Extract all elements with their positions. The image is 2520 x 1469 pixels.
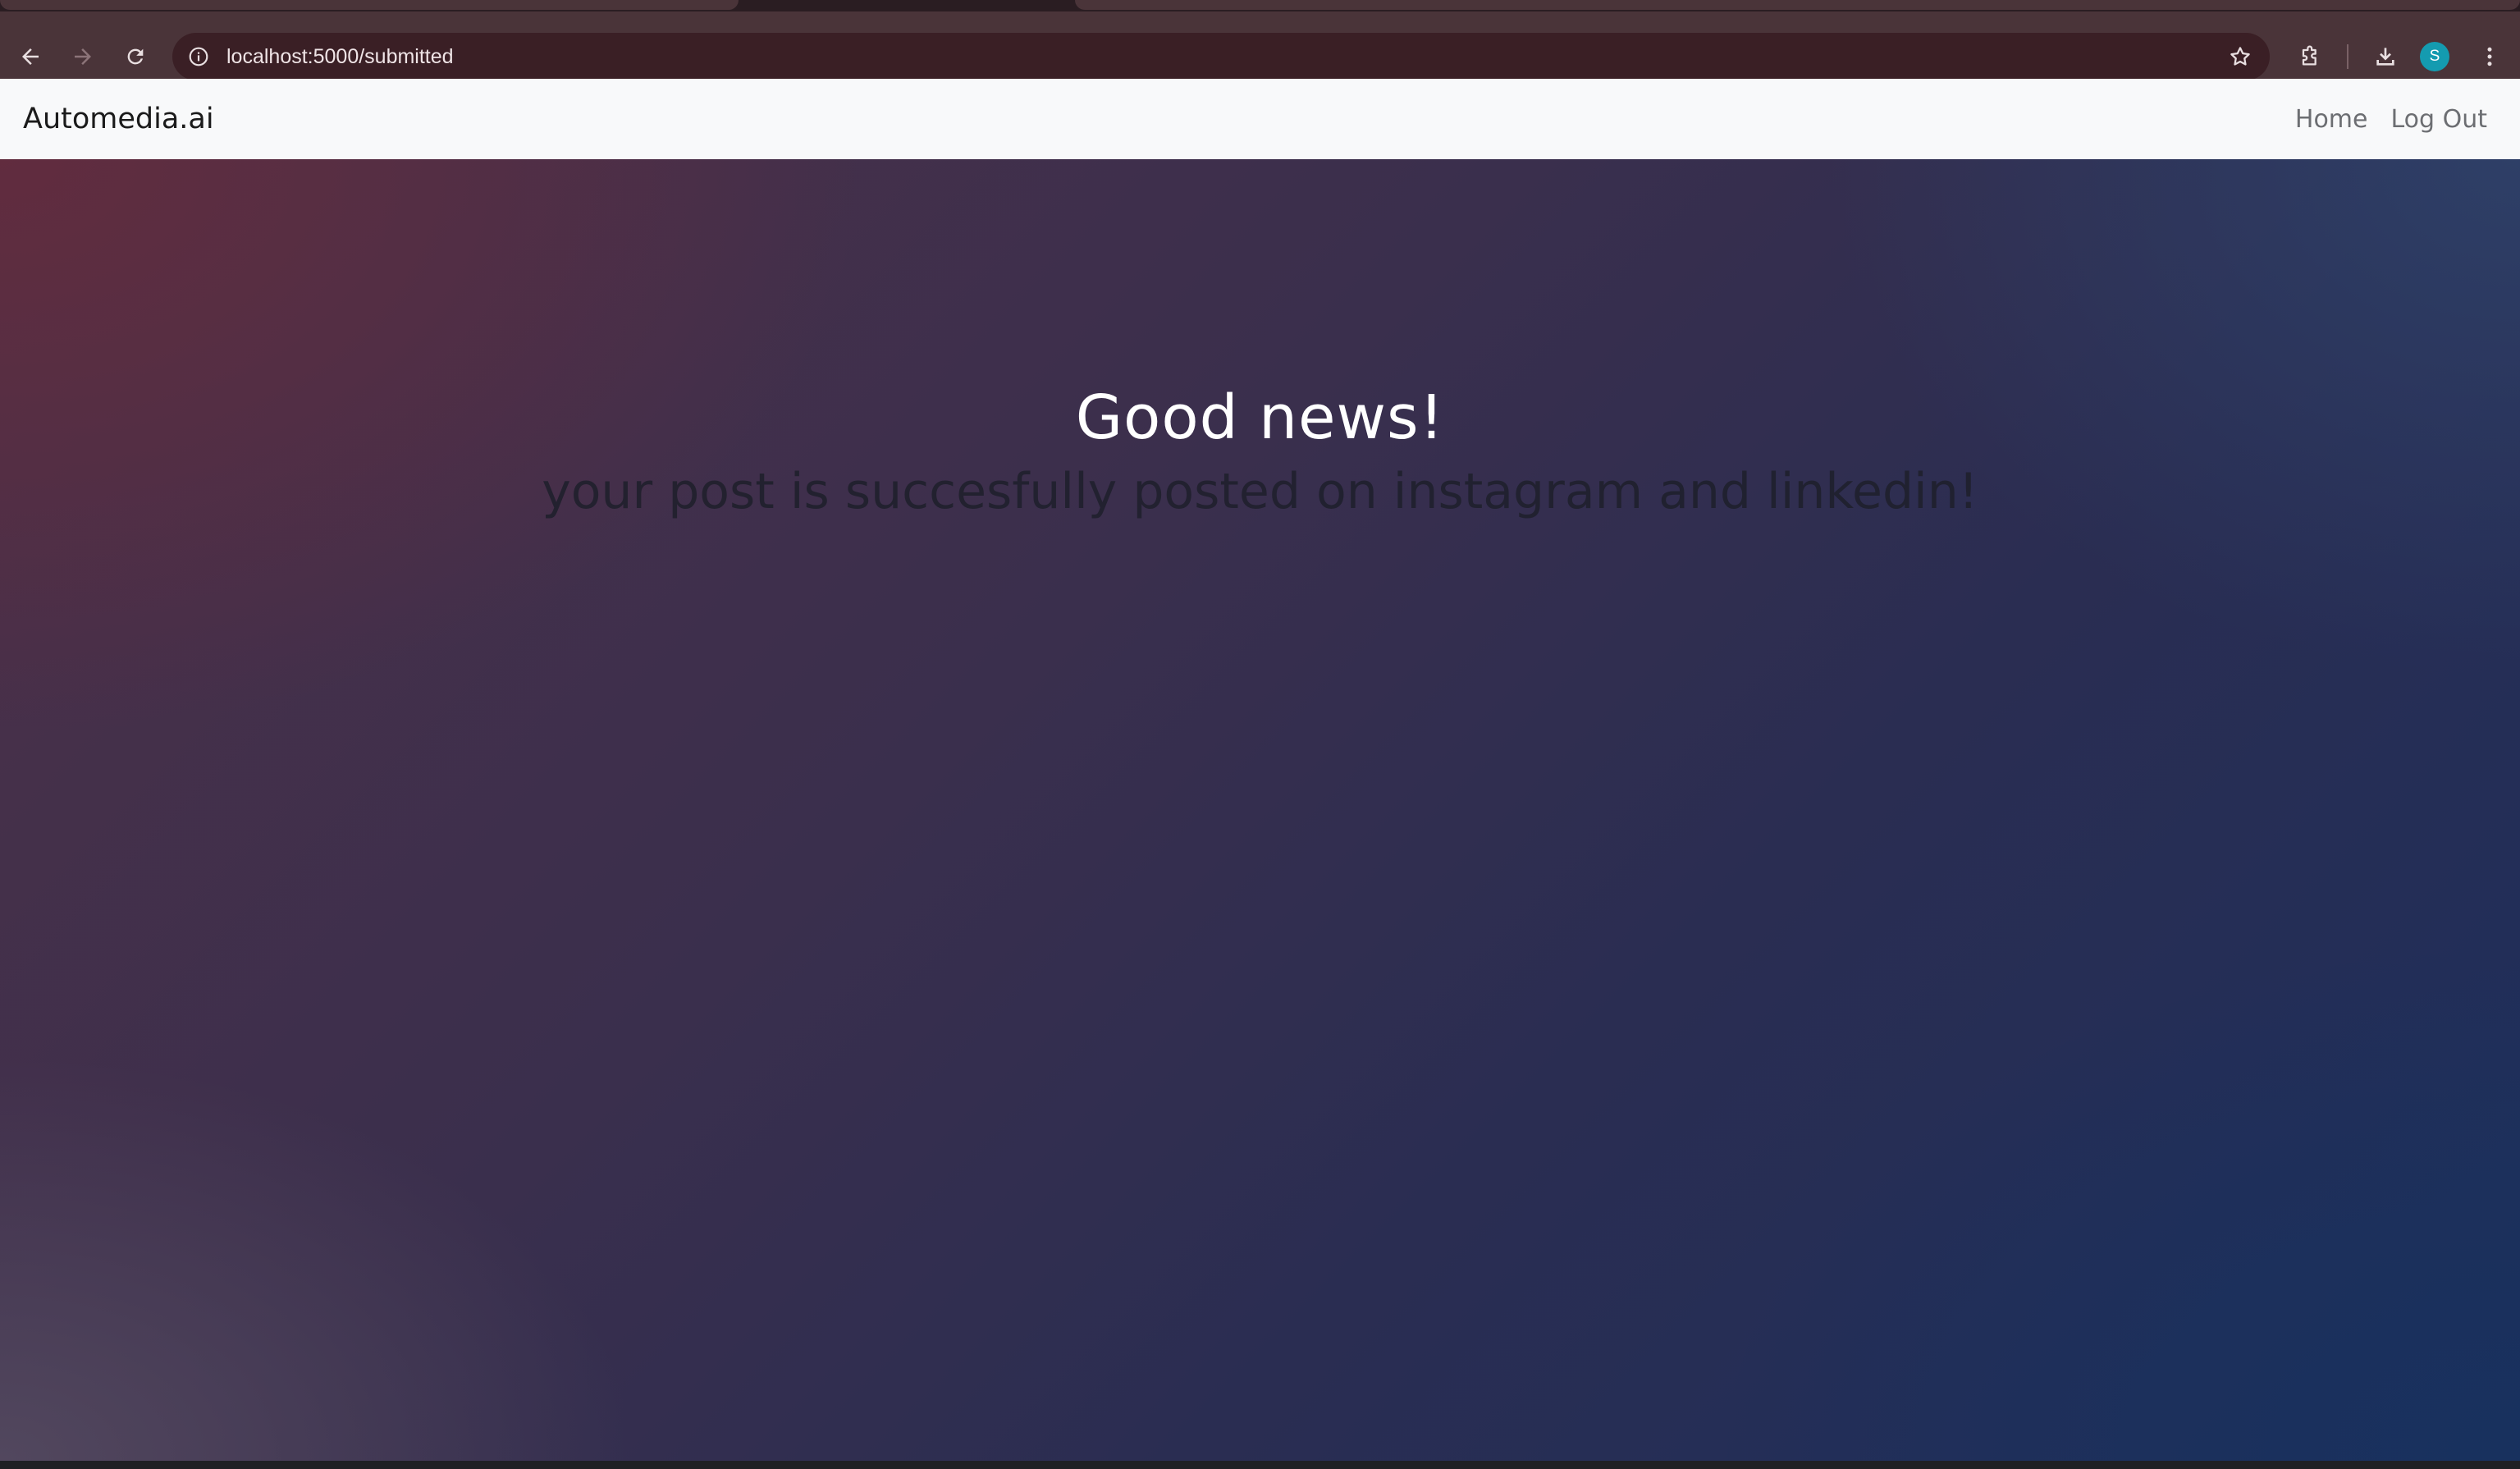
browser-toolbar: localhost:5000/submitted S [0, 11, 2520, 80]
back-button[interactable] [7, 33, 54, 80]
url-text[interactable]: localhost:5000/submitted [226, 33, 454, 80]
nav-logout-link[interactable]: Log Out [2390, 105, 2487, 134]
hero-subtitle: your post is succesfully posted on insta… [542, 463, 1978, 520]
reload-icon [127, 48, 144, 65]
address-bar[interactable]: localhost:5000/submitted [172, 33, 2270, 80]
forward-button[interactable] [59, 33, 107, 80]
avatar-initial: S [2429, 48, 2440, 65]
nav-links: Home Log Out [2295, 79, 2487, 159]
arrow-right-icon [75, 48, 91, 65]
menu-kebab-icon[interactable] [2466, 33, 2513, 80]
toolbar-divider [2347, 44, 2348, 69]
reload-button[interactable] [112, 33, 159, 80]
bookmark-star-icon[interactable] [2225, 42, 2255, 71]
site-navbar: Automedia.ai Home Log Out [0, 79, 2520, 159]
extensions-icon[interactable] [2286, 33, 2334, 80]
arrow-left-icon [22, 48, 39, 65]
browser-tab-strip [0, 0, 2520, 11]
browser-tab[interactable] [0, 0, 739, 10]
site-info-icon[interactable] [184, 42, 213, 71]
brand-logo-link[interactable]: Automedia.ai [23, 79, 214, 159]
taskbar-edge [0, 1461, 2520, 1469]
download-icon[interactable] [2362, 33, 2409, 80]
nav-home-link[interactable]: Home [2295, 105, 2368, 134]
browser-tab[interactable] [1075, 0, 2520, 10]
hero-section: Good news! your post is succesfully post… [0, 159, 2520, 1461]
hero-title: Good news! [1075, 382, 1445, 453]
profile-avatar[interactable]: S [2420, 42, 2449, 71]
